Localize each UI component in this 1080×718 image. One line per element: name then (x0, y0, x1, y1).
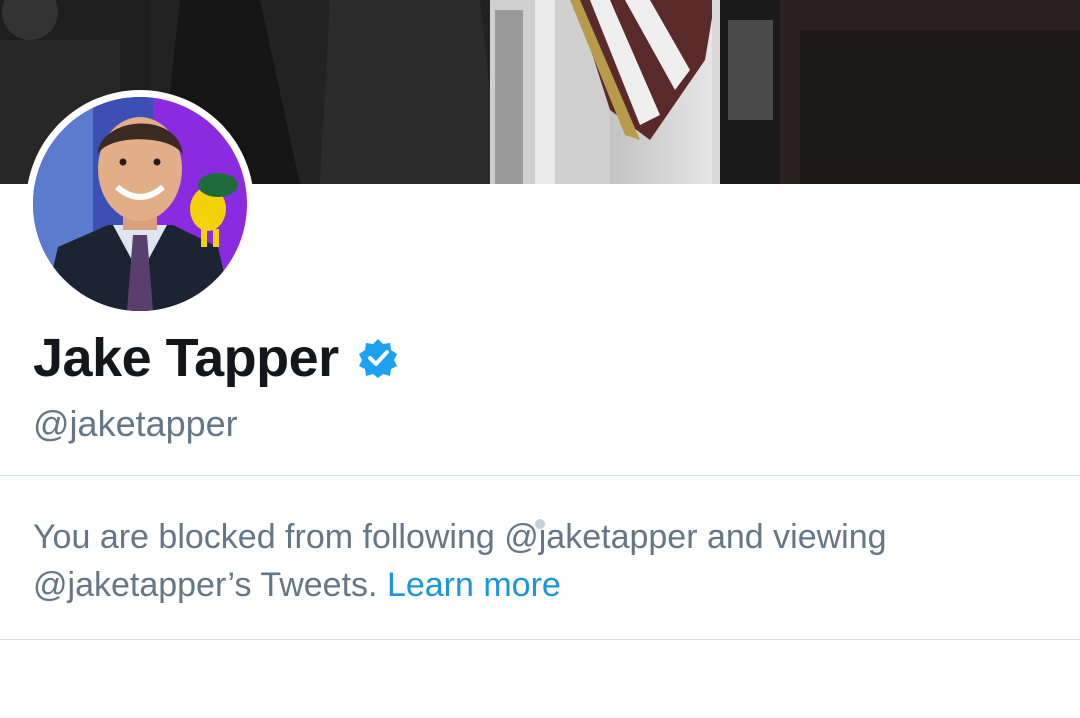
profile-handle: @jaketapper (33, 403, 238, 444)
learn-more-link[interactable]: Learn more (387, 566, 561, 604)
divider (0, 639, 1080, 640)
avatar-frame[interactable] (26, 90, 254, 318)
divider (0, 475, 1080, 476)
profile-name-row: Jake Tapper (33, 320, 399, 396)
display-name: Jake Tapper (33, 328, 339, 388)
blocked-notice-line-1: You are blocked from following @jaketapp… (33, 518, 887, 556)
verified-badge-icon (357, 337, 399, 379)
touch-indicator (535, 519, 545, 529)
avatar[interactable] (33, 97, 247, 311)
blocked-notice-line-2: @jaketapper’s Tweets. (33, 566, 378, 604)
profile-page: Jake Tapper @jaketapper You are blocked … (0, 0, 1080, 718)
